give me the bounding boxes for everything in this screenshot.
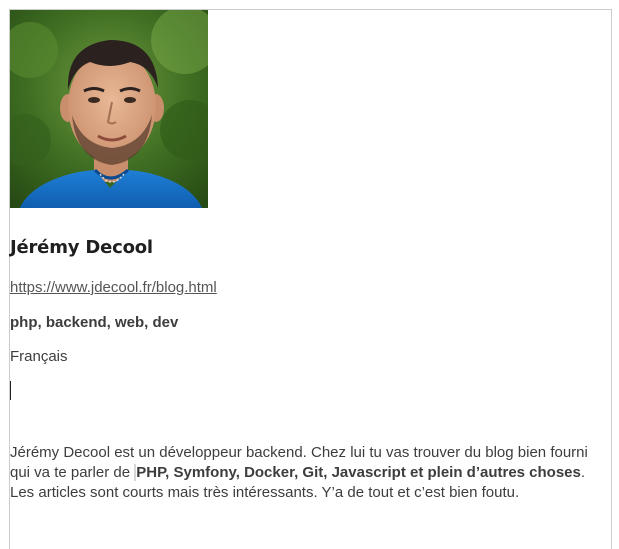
profile-name: Jérémy Decool xyxy=(10,237,153,258)
profile-tags: php, backend, web, dev xyxy=(10,314,179,331)
description-highlight: PHP, Symfony, Docker, Git, Javascript et… xyxy=(136,464,581,481)
profile-card: Jérémy Decool https://www.jdecool.fr/blo… xyxy=(9,9,612,549)
profile-url-link[interactable]: https://www.jdecool.fr/blog.html xyxy=(10,279,217,296)
profile-language: Français xyxy=(10,348,68,365)
portrait-photo-image xyxy=(10,10,208,208)
profile-photo xyxy=(10,10,208,208)
text-cursor xyxy=(10,381,11,400)
profile-description: Jérémy Decool est un développeur backend… xyxy=(10,443,608,503)
